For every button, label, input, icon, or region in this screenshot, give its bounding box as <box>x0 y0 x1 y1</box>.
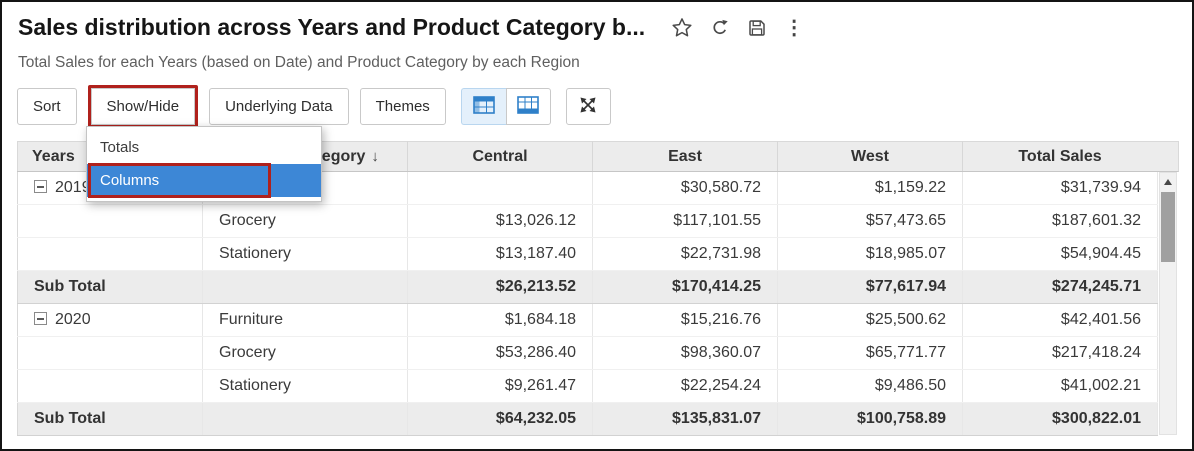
scroll-up-button[interactable] <box>1160 173 1176 190</box>
category-cell <box>203 403 408 436</box>
title-bar: Sales distribution across Years and Prod… <box>18 14 804 41</box>
category-cell: Grocery <box>203 205 408 238</box>
east-subtotal: $135,831.07 <box>593 403 778 436</box>
category-cell: Grocery <box>203 337 408 370</box>
east-subtotal: $170,414.25 <box>593 271 778 304</box>
table-row: Grocery $13,026.12 $117,101.55 $57,473.6… <box>18 205 1158 238</box>
central-subtotal: $26,213.52 <box>408 271 593 304</box>
west-value: $57,473.65 <box>778 205 963 238</box>
collapse-toggle-icon[interactable] <box>34 312 47 325</box>
underlying-data-button[interactable]: Underlying Data <box>209 88 349 125</box>
summary-view-button[interactable] <box>506 88 551 125</box>
central-value: $53,286.40 <box>408 337 593 370</box>
pivot-view-icon <box>473 96 495 117</box>
minus-glyph <box>37 318 44 320</box>
east-value: $117,101.55 <box>593 205 778 238</box>
more-options-icon[interactable]: ⋮ <box>784 18 804 38</box>
header-corner-filler <box>1156 141 1179 172</box>
east-value: $98,360.07 <box>593 337 778 370</box>
total-sales-value: $42,401.56 <box>963 304 1158 337</box>
central-value: $1,684.18 <box>408 304 593 337</box>
table-row: Stationery $13,187.40 $22,731.98 $18,985… <box>18 238 1158 271</box>
pivot-view-button[interactable] <box>461 88 506 125</box>
east-value: $30,580.72 <box>593 172 778 205</box>
up-arrow-icon <box>1164 179 1172 185</box>
west-value: $65,771.77 <box>778 337 963 370</box>
collapse-toggle-icon[interactable] <box>34 180 47 193</box>
central-value: $13,187.40 <box>408 238 593 271</box>
west-value: $18,985.07 <box>778 238 963 271</box>
years-cell <box>18 238 203 271</box>
category-cell: Furniture <box>203 304 408 337</box>
collapse-all-icon <box>578 95 598 118</box>
total-sales-value: $187,601.32 <box>963 205 1158 238</box>
west-subtotal: $77,617.94 <box>778 271 963 304</box>
category-cell: Stationery <box>203 238 408 271</box>
category-cell <box>203 271 408 304</box>
report-title: Sales distribution across Years and Prod… <box>18 14 645 41</box>
vertical-scrollbar[interactable] <box>1159 172 1177 435</box>
years-cell: 2020 <box>18 304 203 337</box>
subtotal-label: Sub Total <box>18 403 203 436</box>
column-header-west[interactable]: West <box>778 142 963 172</box>
central-value: $13,026.12 <box>408 205 593 238</box>
category-cell: Stationery <box>203 370 408 403</box>
years-cell <box>18 205 203 238</box>
subtotal-row: Sub Total $26,213.52 $170,414.25 $77,617… <box>18 271 1158 304</box>
central-subtotal: $64,232.05 <box>408 403 593 436</box>
menu-item-columns[interactable]: Columns <box>87 164 321 197</box>
refresh-icon[interactable] <box>710 18 730 38</box>
years-cell <box>18 370 203 403</box>
report-subtitle: Total Sales for each Years (based on Dat… <box>18 54 580 72</box>
table-row: Grocery $53,286.40 $98,360.07 $65,771.77… <box>18 337 1158 370</box>
total-sales-value: $41,002.21 <box>963 370 1158 403</box>
years-cell <box>18 337 203 370</box>
table-row: Stationery $9,261.47 $22,254.24 $9,486.5… <box>18 370 1158 403</box>
summary-view-icon <box>517 96 539 117</box>
subtotal-label: Sub Total <box>18 271 203 304</box>
sort-button[interactable]: Sort <box>17 88 77 125</box>
total-sales-value: $31,739.94 <box>963 172 1158 205</box>
east-value: $15,216.76 <box>593 304 778 337</box>
annotation-box-show-hide: Show/Hide <box>88 85 199 128</box>
west-value: $1,159.22 <box>778 172 963 205</box>
toolbar: Sort Show/Hide Underlying Data Themes <box>17 86 611 126</box>
menu-item-totals[interactable]: Totals <box>87 131 321 164</box>
show-hide-button[interactable]: Show/Hide <box>91 88 196 125</box>
app-window: Sales distribution across Years and Prod… <box>0 0 1194 451</box>
scrollbar-thumb[interactable] <box>1161 192 1175 262</box>
total-sales-value: $217,418.24 <box>963 337 1158 370</box>
central-value <box>408 172 593 205</box>
view-toggle-group <box>461 88 551 125</box>
east-value: $22,731.98 <box>593 238 778 271</box>
column-header-central[interactable]: Central <box>408 142 593 172</box>
sort-descending-icon[interactable]: ↓ <box>371 148 379 165</box>
year-label: 2020 <box>55 311 91 328</box>
west-value: $9,486.50 <box>778 370 963 403</box>
west-value: $25,500.62 <box>778 304 963 337</box>
total-sales-subtotal: $300,822.01 <box>963 403 1158 436</box>
collapse-all-button[interactable] <box>566 88 611 125</box>
column-header-total-sales[interactable]: Total Sales <box>963 142 1158 172</box>
west-subtotal: $100,758.89 <box>778 403 963 436</box>
star-icon[interactable] <box>671 17 693 39</box>
total-sales-value: $54,904.45 <box>963 238 1158 271</box>
subtotal-row: Sub Total $64,232.05 $135,831.07 $100,75… <box>18 403 1158 436</box>
minus-glyph <box>37 186 44 188</box>
themes-button[interactable]: Themes <box>360 88 446 125</box>
show-hide-menu: Totals Columns <box>86 126 322 202</box>
save-icon[interactable] <box>747 18 767 38</box>
central-value: $9,261.47 <box>408 370 593 403</box>
total-sales-subtotal: $274,245.71 <box>963 271 1158 304</box>
east-value: $22,254.24 <box>593 370 778 403</box>
table-row: 2020 Furniture $1,684.18 $15,216.76 $25,… <box>18 304 1158 337</box>
title-actions: ⋮ <box>671 17 804 39</box>
column-header-east[interactable]: East <box>593 142 778 172</box>
